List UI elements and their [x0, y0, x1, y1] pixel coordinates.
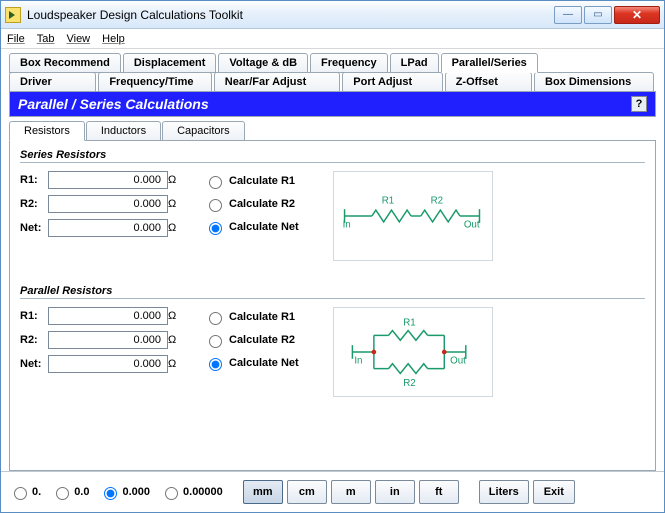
subtab-resistors[interactable]: Resistors: [9, 121, 85, 141]
menubar: File Tab View Help: [1, 29, 664, 49]
minimize-icon: —: [563, 9, 573, 20]
parallel-diagram: In R1 R2 Out: [333, 307, 493, 397]
parallel-diagram-in: In: [354, 356, 362, 367]
node-dot-icon: [371, 350, 376, 355]
tab-frequency-time[interactable]: Frequency/Time: [98, 72, 211, 92]
tab-lpad[interactable]: LPad: [390, 53, 439, 73]
exit-button[interactable]: Exit: [533, 480, 575, 504]
tab-box-dimensions[interactable]: Box Dimensions: [534, 72, 654, 92]
series-fields: R1: Ω R2: Ω Net: Ω: [20, 171, 186, 237]
subtabs: Resistors Inductors Capacitors: [9, 121, 656, 141]
window-title: Loudspeaker Design Calculations Toolkit: [27, 8, 243, 22]
series-net-unit: Ω: [168, 222, 186, 234]
series-net-label: Net:: [20, 222, 48, 234]
precision-group: 0. 0.0 0.000 0.00000: [9, 484, 223, 500]
parallel-diagram-r1: R1: [403, 318, 415, 329]
parallel-section: R1: Ω R2: Ω Net: Ω Calculate R1 Calculat…: [20, 307, 645, 397]
tab-voltage-db[interactable]: Voltage & dB: [218, 53, 308, 73]
parallel-calc-net-radio[interactable]: Calculate Net: [204, 355, 299, 371]
series-r2-label: R2:: [20, 198, 48, 210]
menu-tab[interactable]: Tab: [37, 33, 55, 45]
menu-file[interactable]: File: [7, 33, 25, 45]
parallel-r2-input[interactable]: [48, 331, 168, 349]
series-calc-r1-radio[interactable]: Calculate R1: [204, 173, 299, 189]
series-r1-input[interactable]: [48, 171, 168, 189]
series-net-input[interactable]: [48, 219, 168, 237]
parallel-diagram-r2: R2: [403, 378, 415, 389]
subtab-capacitors[interactable]: Capacitors: [162, 121, 245, 141]
series-radios: Calculate R1 Calculate R2 Calculate Net: [204, 171, 299, 235]
parallel-r1-label: R1:: [20, 310, 48, 322]
tabs-row-2: Driver Frequency/Time Near/Far Adjust Po…: [9, 72, 656, 92]
tab-parallel-series[interactable]: Parallel/Series: [441, 53, 538, 73]
series-r2-input[interactable]: [48, 195, 168, 213]
series-section: R1: Ω R2: Ω Net: Ω Calculate R1 Calculat…: [20, 171, 645, 261]
precision-000[interactable]: 0.000: [99, 484, 150, 500]
parallel-r2-label: R2:: [20, 334, 48, 346]
panel-title: Parallel / Series Calculations: [18, 96, 209, 112]
close-icon: ✕: [632, 8, 642, 22]
series-diagram: In R1 R2 Out: [333, 171, 493, 261]
unit-mm-button[interactable]: mm: [243, 480, 283, 504]
tab-port-adjust[interactable]: Port Adjust: [342, 72, 442, 92]
series-r1-unit: Ω: [168, 174, 186, 186]
tab-z-offset[interactable]: Z-Offset: [445, 72, 532, 92]
action-buttons: Liters Exit: [479, 480, 575, 504]
close-button[interactable]: ✕: [614, 6, 660, 24]
unit-m-button[interactable]: m: [331, 480, 371, 504]
parallel-fields: R1: Ω R2: Ω Net: Ω: [20, 307, 186, 373]
app-window: Loudspeaker Design Calculations Toolkit …: [0, 0, 665, 513]
parallel-r1-input[interactable]: [48, 307, 168, 325]
tab-box-recommend[interactable]: Box Recommend: [9, 53, 121, 73]
window-controls: — ▭ ✕: [554, 6, 660, 24]
parallel-net-unit: Ω: [168, 358, 186, 370]
help-button[interactable]: ?: [631, 96, 647, 112]
subtab-inductors[interactable]: Inductors: [86, 121, 161, 141]
parallel-diagram-out: Out: [450, 356, 466, 367]
parallel-radios: Calculate R1 Calculate R2 Calculate Net: [204, 307, 299, 371]
unit-buttons: mm cm m in ft: [243, 480, 459, 504]
parallel-r2-unit: Ω: [168, 334, 186, 346]
unit-ft-button[interactable]: ft: [419, 480, 459, 504]
series-calc-r2-radio[interactable]: Calculate R2: [204, 196, 299, 212]
content-area: Box Recommend Displacement Voltage & dB …: [1, 49, 664, 471]
series-heading: Series Resistors: [20, 147, 645, 163]
series-calc-net-radio[interactable]: Calculate Net: [204, 219, 299, 235]
liters-button[interactable]: Liters: [479, 480, 529, 504]
node-dot-icon: [442, 350, 447, 355]
titlebar: Loudspeaker Design Calculations Toolkit …: [1, 1, 664, 29]
series-diagram-r1: R1: [381, 195, 393, 206]
panel-title-bar: Parallel / Series Calculations ?: [9, 91, 656, 117]
parallel-r1-unit: Ω: [168, 310, 186, 322]
parallel-calc-r2-radio[interactable]: Calculate R2: [204, 332, 299, 348]
tabs-row-1: Box Recommend Displacement Voltage & dB …: [9, 53, 656, 73]
unit-cm-button[interactable]: cm: [287, 480, 327, 504]
tab-displacement[interactable]: Displacement: [123, 53, 217, 73]
parallel-net-input[interactable]: [48, 355, 168, 373]
precision-0[interactable]: 0.: [9, 484, 41, 500]
parallel-net-label: Net:: [20, 358, 48, 370]
series-r1-label: R1:: [20, 174, 48, 186]
maximize-button[interactable]: ▭: [584, 6, 612, 24]
series-r2-unit: Ω: [168, 198, 186, 210]
series-diagram-out: Out: [464, 220, 480, 231]
series-diagram-in: In: [342, 220, 350, 231]
menu-view[interactable]: View: [66, 33, 90, 45]
subpanel: Series Resistors R1: Ω R2: Ω Net: Ω Calc…: [9, 140, 656, 471]
tab-near-far-adjust[interactable]: Near/Far Adjust: [214, 72, 341, 92]
precision-00000[interactable]: 0.00000: [160, 484, 223, 500]
tab-driver[interactable]: Driver: [9, 72, 96, 92]
parallel-heading: Parallel Resistors: [20, 283, 645, 299]
app-icon: [5, 7, 21, 23]
footer: 0. 0.0 0.000 0.00000 mm cm m in ft Liter…: [1, 471, 664, 512]
series-diagram-r2: R2: [430, 195, 442, 206]
precision-00[interactable]: 0.0: [51, 484, 89, 500]
minimize-button[interactable]: —: [554, 6, 582, 24]
menu-help[interactable]: Help: [102, 33, 125, 45]
parallel-calc-r1-radio[interactable]: Calculate R1: [204, 309, 299, 325]
tab-frequency[interactable]: Frequency: [310, 53, 388, 73]
maximize-icon: ▭: [593, 9, 602, 20]
unit-in-button[interactable]: in: [375, 480, 415, 504]
